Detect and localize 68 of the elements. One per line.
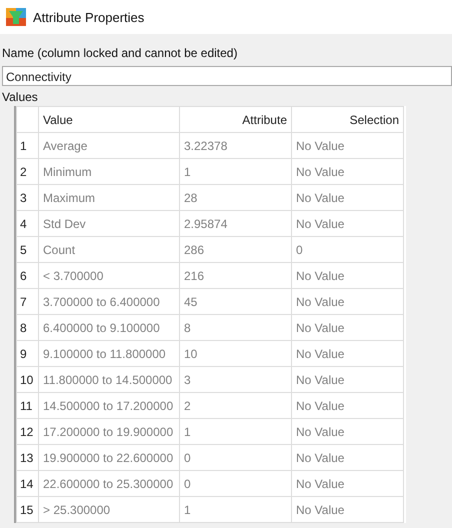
column-header[interactable]: Value [38, 106, 180, 132]
table-cell: 22.600000 to 25.300000 [38, 470, 180, 496]
section-label: Values [1, 90, 39, 106]
table-cell: No Value [292, 158, 404, 184]
row-number: 9 [16, 340, 38, 366]
table-cell: 6.400000 to 9.100000 [38, 314, 180, 340]
table-cell: 2.95874 [180, 210, 292, 236]
table-cell: No Value [292, 210, 404, 236]
row-number: 1 [16, 132, 38, 158]
table-cell: 8 [180, 314, 292, 340]
table-cell: No Value [292, 314, 404, 340]
table-cell: No Value [292, 340, 404, 366]
table-cell: < 3.700000 [38, 262, 180, 288]
table-cell: No Value [292, 392, 404, 418]
table-cell: 1 [180, 496, 292, 522]
table-cell: 28 [180, 184, 292, 210]
table-cell: No Value [292, 496, 404, 522]
table-cell: 2 [180, 392, 292, 418]
row-number: 13 [16, 444, 38, 470]
table-cell: 19.900000 to 22.600000 [38, 444, 180, 470]
table-cell: 3 [180, 366, 292, 392]
table-cell: 45 [180, 288, 292, 314]
table-cell: No Value [292, 288, 404, 314]
app-icon [6, 8, 26, 26]
table-cell: 0 [180, 470, 292, 496]
table-cell: 3.22378 [180, 132, 292, 158]
table-cell: > 25.300000 [38, 496, 180, 522]
row-number: 4 [16, 210, 38, 236]
table-cell: No Value [292, 444, 404, 470]
table-cell: 14.500000 to 17.200000 [38, 392, 180, 418]
table-cell: No Value [292, 132, 404, 158]
table-cell: 3.700000 to 6.400000 [38, 288, 180, 314]
table-cell: No Value [292, 418, 404, 444]
table-cell: 216 [180, 262, 292, 288]
name-field[interactable]: Connectivity [2, 66, 452, 86]
table-cell: Maximum [38, 184, 180, 210]
row-number: 12 [16, 418, 38, 444]
table-cell: Average [38, 132, 180, 158]
row-number: 11 [16, 392, 38, 418]
row-number: 5 [16, 236, 38, 262]
field-label: Name (column locked and cannot be edited) [2, 45, 238, 62]
row-number: 15 [16, 496, 38, 522]
table-cell: 11.800000 to 14.500000 [38, 366, 180, 392]
row-number: 2 [16, 158, 38, 184]
table-cell: Minimum [38, 158, 180, 184]
table-cell: 1 [180, 418, 292, 444]
table-cell: 9.100000 to 11.800000 [38, 340, 180, 366]
window-title: Attribute Properties [33, 10, 144, 24]
table-cell: No Value [292, 366, 404, 392]
row-number: 8 [16, 314, 38, 340]
table-cell: 17.200000 to 19.900000 [38, 418, 180, 444]
row-number: 14 [16, 470, 38, 496]
table-cell: Std Dev [38, 210, 180, 236]
table-cell: 286 [180, 236, 292, 262]
row-number: 6 [16, 262, 38, 288]
table-cell: 10 [180, 340, 292, 366]
table-cell: No Value [292, 262, 404, 288]
table-cell: 0 [180, 444, 292, 470]
row-number: 3 [16, 184, 38, 210]
table-cell: 0 [292, 236, 404, 262]
table-cell: Count [38, 236, 180, 262]
table-cell: No Value [292, 470, 404, 496]
row-number: 10 [16, 366, 38, 392]
row-number: 7 [16, 288, 38, 314]
table-cell: 1 [180, 158, 292, 184]
column-header[interactable]: Attribute [180, 106, 292, 132]
column-header[interactable]: Selection [292, 106, 404, 132]
table-cell: No Value [292, 184, 404, 210]
